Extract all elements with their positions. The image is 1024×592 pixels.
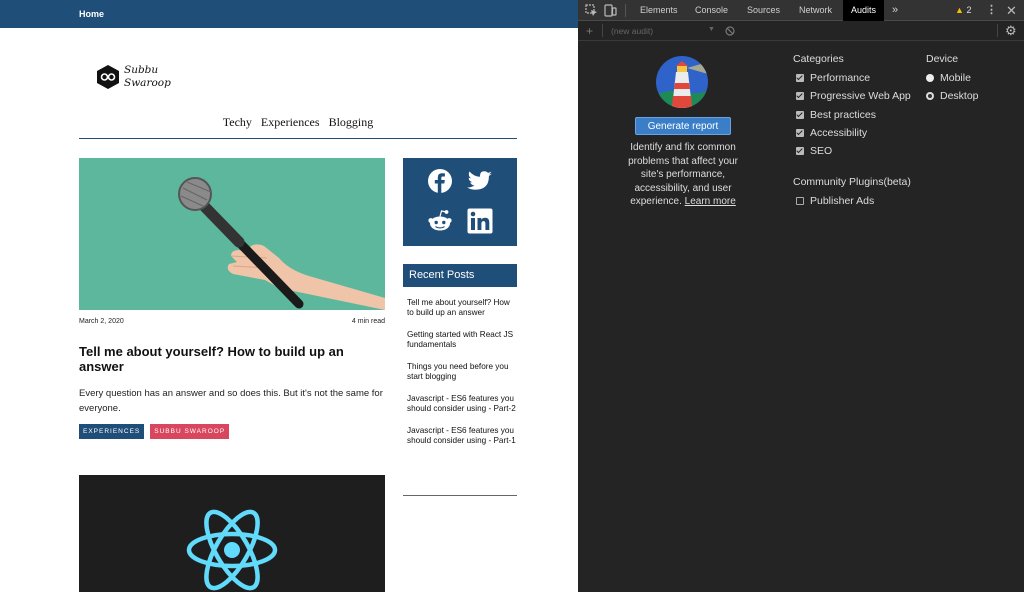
post-meta: March 2, 2020 4 min read xyxy=(79,318,385,325)
clear-icon[interactable] xyxy=(725,26,735,36)
audits-subtoolbar: + (new audit) ▼ ⚙ xyxy=(578,21,1024,41)
plugins-heading: Community Plugins(beta) xyxy=(793,176,911,188)
nav-techy[interactable]: Techy xyxy=(223,115,252,130)
tab-audits[interactable]: Audits xyxy=(843,0,885,21)
kebab-menu-icon[interactable]: ⋮ xyxy=(985,4,998,17)
tag-experiences[interactable]: EXPERIENCES xyxy=(79,424,145,439)
microphone-illustration xyxy=(178,177,385,310)
post-title[interactable]: Tell me about yourself? How to build up … xyxy=(79,344,385,374)
logo-line2: Swaroop xyxy=(124,77,171,89)
featured-post-image[interactable] xyxy=(79,158,385,310)
radio[interactable] xyxy=(926,74,934,82)
more-tabs-icon[interactable]: » xyxy=(892,0,898,21)
tab-sources[interactable]: Sources xyxy=(747,0,780,21)
recent-post-item[interactable]: Javascript - ES6 features you should con… xyxy=(407,394,517,414)
add-audit-icon[interactable]: + xyxy=(586,24,593,38)
react-logo-icon xyxy=(186,509,278,591)
chevron-down-icon[interactable]: ▼ xyxy=(708,26,715,33)
device-label: Mobile xyxy=(940,72,971,84)
category-label: SEO xyxy=(810,145,833,157)
twitter-icon[interactable] xyxy=(467,168,493,194)
site-logo[interactable]: Subbu Swaroop xyxy=(96,64,171,90)
subtoolbar-separator xyxy=(602,24,603,37)
device-desktop[interactable]: Desktop xyxy=(926,90,979,102)
recent-post-item[interactable]: Getting started with React JS fundamenta… xyxy=(407,330,517,350)
checkbox[interactable] xyxy=(796,111,804,119)
learn-more-link[interactable]: Learn more xyxy=(685,196,736,207)
category-label: Accessibility xyxy=(810,127,868,139)
recent-post-item[interactable]: Javascript - ES6 features you should con… xyxy=(407,426,517,446)
recent-post-item[interactable]: Things you need before you start bloggin… xyxy=(407,362,517,382)
nav-experiences[interactable]: Experiences xyxy=(261,115,320,130)
tab-console[interactable]: Console xyxy=(695,0,728,21)
nav-divider xyxy=(79,138,517,139)
devtools-panel: Elements Console Sources Network Audits … xyxy=(578,0,1024,592)
settings-gear-icon[interactable]: ⚙ xyxy=(1005,23,1017,39)
plugin-label: Publisher Ads xyxy=(810,195,875,207)
checkbox[interactable] xyxy=(796,147,804,155)
toolbar-separator xyxy=(625,4,626,17)
audits-description: Identify and fix common problems that af… xyxy=(618,141,748,209)
device-mobile[interactable]: Mobile xyxy=(926,72,971,84)
device-toolbar-icon[interactable] xyxy=(604,4,617,17)
category-label: Best practices xyxy=(810,109,876,121)
nav-blogging[interactable]: Blogging xyxy=(329,115,374,130)
category-label: Progressive Web App xyxy=(810,90,911,102)
site-topbar: Home xyxy=(0,0,578,28)
audit-select[interactable]: (new audit) xyxy=(611,26,653,36)
reddit-icon[interactable] xyxy=(427,208,453,234)
checkbox[interactable] xyxy=(796,74,804,82)
tag-subbu-swaroop[interactable]: SUBBU SWAROOP xyxy=(150,424,230,439)
inspect-element-icon[interactable] xyxy=(585,4,598,17)
device-heading: Device xyxy=(926,53,959,65)
checkbox[interactable] xyxy=(796,92,804,100)
tab-elements[interactable]: Elements xyxy=(640,0,678,21)
lighthouse-logo-icon xyxy=(656,56,708,108)
warnings-badge[interactable]: ▲ 2 xyxy=(955,0,971,21)
recent-posts-list: Tell me about yourself? How to build up … xyxy=(407,298,517,458)
logo-text: Subbu Swaroop xyxy=(124,64,171,90)
tab-network[interactable]: Network xyxy=(799,0,832,21)
facebook-icon[interactable] xyxy=(427,168,453,194)
subtoolbar-separator xyxy=(997,24,998,37)
warning-icon: ▲ xyxy=(955,5,964,15)
warning-count: 2 xyxy=(966,5,972,15)
plugin-publisher-ads[interactable]: Publisher Ads xyxy=(796,195,874,207)
home-link[interactable]: Home xyxy=(79,9,104,19)
category-label: Performance xyxy=(810,72,871,84)
category-best-practices[interactable]: Best practices xyxy=(796,109,876,121)
recent-post-item[interactable]: Tell me about yourself? How to build up … xyxy=(407,298,517,318)
checkbox[interactable] xyxy=(796,129,804,137)
site-nav: Techy Experiences Blogging xyxy=(0,115,578,130)
recent-posts-header: Recent Posts xyxy=(403,264,517,287)
generate-report-button[interactable]: Generate report xyxy=(635,117,731,135)
post-excerpt: Every question has an answer and so does… xyxy=(79,388,383,414)
category-performance[interactable]: Performance xyxy=(796,72,870,84)
checkbox[interactable] xyxy=(796,197,804,205)
website-viewport: Home Subbu Swaroop Techy Experiences Blo… xyxy=(0,0,578,592)
close-icon[interactable]: ✕ xyxy=(1005,4,1018,17)
post-tags: EXPERIENCES SUBBU SWAROOP xyxy=(79,424,230,439)
category-pwa[interactable]: Progressive Web App xyxy=(796,90,911,102)
linkedin-icon[interactable] xyxy=(467,208,493,234)
device-label: Desktop xyxy=(940,90,979,102)
devtools-toolbar: Elements Console Sources Network Audits … xyxy=(578,0,1024,21)
category-accessibility[interactable]: Accessibility xyxy=(796,127,867,139)
recent-posts-divider xyxy=(403,495,517,496)
social-links-box xyxy=(403,158,517,246)
radio[interactable] xyxy=(926,92,934,100)
post-read-time: 4 min read xyxy=(351,318,385,325)
second-post-image[interactable] xyxy=(79,475,385,592)
categories-heading: Categories xyxy=(793,53,844,65)
logo-hexagon-icon xyxy=(97,65,119,89)
logo-line1: Subbu xyxy=(124,64,159,76)
post-date: March 2, 2020 xyxy=(79,318,124,325)
category-seo[interactable]: SEO xyxy=(796,145,832,157)
